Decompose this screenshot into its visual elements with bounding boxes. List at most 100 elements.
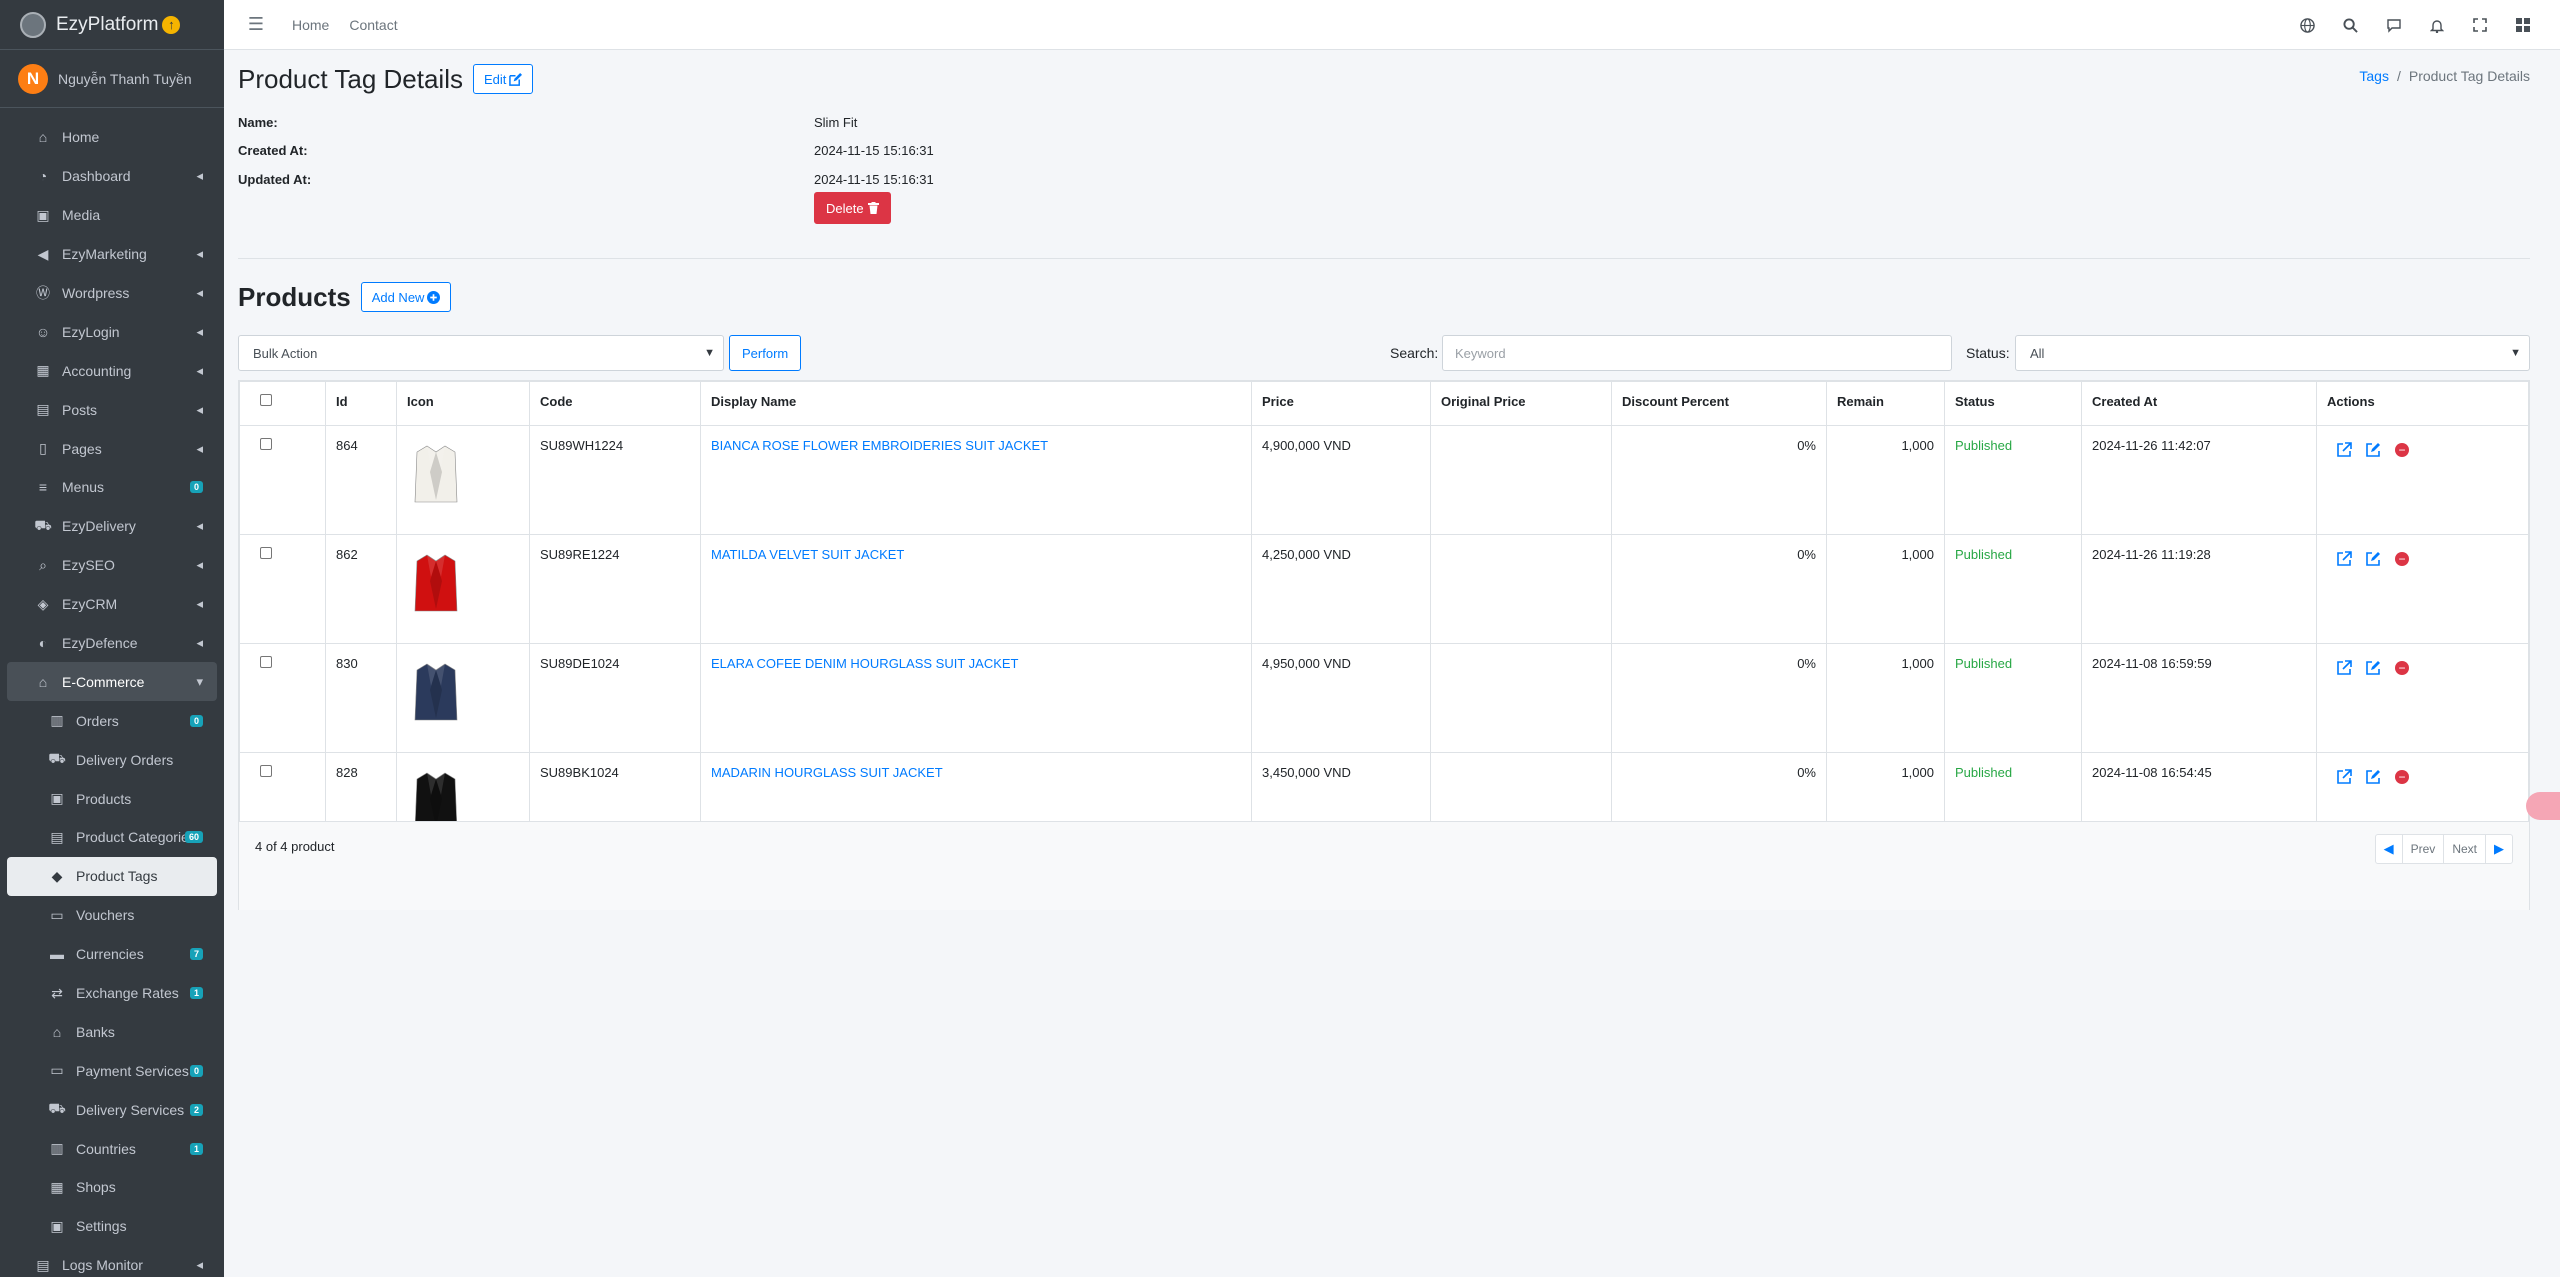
add-new-button[interactable]: Add New bbox=[360, 282, 452, 312]
sidebar-item-vouchers[interactable]: ▭ Vouchers bbox=[7, 896, 217, 935]
col-id[interactable]: Id bbox=[325, 381, 397, 426]
sidebar-item-pages[interactable]: ▯ Pages ◂ bbox=[7, 429, 217, 468]
search-input[interactable] bbox=[1442, 335, 1952, 371]
brand[interactable]: EzyPlatform ↑ bbox=[0, 0, 224, 50]
sidebar-item-countries[interactable]: ▥ Countries 1 bbox=[7, 1129, 217, 1168]
sidebar-item-label: Vouchers bbox=[76, 907, 135, 924]
external-link-icon[interactable] bbox=[2337, 660, 2352, 675]
col-price[interactable]: Price bbox=[1251, 381, 1431, 426]
perform-button[interactable]: Perform bbox=[729, 335, 802, 371]
delete-circle-icon[interactable]: − bbox=[2395, 769, 2409, 784]
chevron-left-icon: ◂ bbox=[196, 362, 203, 378]
sidebar-item-product-categories[interactable]: ▤ Product Categories 60 bbox=[7, 818, 217, 857]
product-thumbnail[interactable] bbox=[407, 438, 465, 510]
nav-link-contact[interactable]: Contact bbox=[349, 17, 397, 33]
delete-circle-icon[interactable]: − bbox=[2395, 551, 2409, 566]
sidebar-item-media[interactable]: ▣ Media bbox=[7, 196, 217, 235]
sidebar-item-posts[interactable]: ▤ Posts ◂ bbox=[7, 390, 217, 429]
sidebar-item-orders[interactable]: ▥ Orders 0 bbox=[7, 701, 217, 740]
prev-page-button[interactable]: Prev bbox=[2403, 835, 2445, 863]
apps-grid-icon[interactable] bbox=[2501, 18, 2544, 32]
delete-button[interactable]: Delete bbox=[814, 192, 891, 224]
fullscreen-icon[interactable] bbox=[2458, 18, 2501, 32]
col-status[interactable]: Status bbox=[1944, 381, 2082, 426]
sidebar-item-delivery-orders[interactable]: ⛟ Delivery Orders bbox=[7, 740, 217, 779]
sidebar-item-ezylogin[interactable]: ☺ EzyLogin ◂ bbox=[7, 312, 217, 351]
status-select[interactable]: All ▼ bbox=[2015, 335, 2530, 371]
sidebar-item-home[interactable]: ⌂ Home bbox=[7, 118, 217, 157]
edit-icon[interactable] bbox=[2366, 769, 2381, 784]
cell-actions: − bbox=[2316, 534, 2529, 644]
upgrade-icon[interactable]: ↑ bbox=[162, 15, 181, 34]
user-name[interactable]: Nguyễn Thanh Tuyền bbox=[58, 71, 192, 87]
sidebar-item-e-commerce[interactable]: ⌂ E-Commerce ▾ bbox=[7, 662, 217, 702]
edit-icon[interactable] bbox=[2366, 442, 2381, 457]
next-page-button[interactable]: Next bbox=[2444, 835, 2486, 863]
sidebar-item-wordpress[interactable]: Ⓦ Wordpress ◂ bbox=[7, 274, 217, 313]
sidebar-item-banks[interactable]: ⌂ Banks bbox=[7, 1012, 217, 1051]
shield-icon: ◐ bbox=[38, 635, 48, 652]
count-badge: 60 bbox=[184, 831, 203, 844]
sidebar-item-ezycrm[interactable]: ◈ EzyCRM ◂ bbox=[7, 585, 217, 624]
sidebar-item-product-tags[interactable]: ◆ Product Tags bbox=[7, 856, 217, 896]
messages-icon[interactable] bbox=[2372, 18, 2415, 33]
product-name-link[interactable]: BIANCA ROSE FLOWER EMBROIDERIES SUIT JAC… bbox=[711, 438, 1048, 453]
col-original-price[interactable]: Original Price bbox=[1430, 381, 1612, 426]
col-created-at[interactable]: Created At bbox=[2081, 381, 2317, 426]
sidebar-item-accounting[interactable]: ▦ Accounting ◂ bbox=[7, 351, 217, 390]
cell-price: 4,900,000 VND bbox=[1251, 425, 1431, 535]
sidebar-item-payment-services[interactable]: ▭ Payment Services 0 bbox=[7, 1051, 217, 1090]
page-title: Product Tag Details bbox=[238, 63, 463, 94]
col-code[interactable]: Code bbox=[529, 381, 701, 426]
row-checkbox[interactable] bbox=[260, 438, 272, 450]
floating-widget-tab[interactable] bbox=[2526, 792, 2560, 820]
sidebar-item-exchange-rates[interactable]: ⇄ Exchange Rates 1 bbox=[7, 974, 217, 1013]
col-display-name[interactable]: Display Name bbox=[700, 381, 1252, 426]
col-discount-percent[interactable]: Discount Percent bbox=[1611, 381, 1827, 426]
breadcrumb-tags-link[interactable]: Tags bbox=[2359, 68, 2389, 84]
product-name-link[interactable]: MATILDA VELVET SUIT JACKET bbox=[711, 547, 904, 562]
external-link-icon[interactable] bbox=[2337, 769, 2352, 784]
sidebar-item-ezymarketing[interactable]: ◀ EzyMarketing ◂ bbox=[7, 235, 217, 274]
delete-circle-icon[interactable]: − bbox=[2395, 442, 2409, 457]
row-checkbox[interactable] bbox=[260, 765, 272, 777]
sidebar-item-logs-monitor[interactable]: ▤ Logs Monitor ◂ bbox=[7, 1246, 217, 1277]
delete-circle-icon[interactable]: − bbox=[2395, 660, 2409, 675]
hamburger-menu-icon[interactable]: ☰ bbox=[236, 14, 276, 35]
detail-label-created: Created At: bbox=[238, 143, 308, 158]
select-all-checkbox[interactable] bbox=[260, 394, 272, 406]
external-link-icon[interactable] bbox=[2337, 442, 2352, 457]
product-thumbnail[interactable] bbox=[407, 656, 465, 728]
sidebar-item-ezyseo[interactable]: ⌕ EzySEO ◂ bbox=[7, 546, 217, 585]
first-page-icon[interactable]: ◀ bbox=[2376, 835, 2403, 863]
sidebar-item-ezydelivery[interactable]: ⛟ EzyDelivery ◂ bbox=[7, 507, 217, 546]
last-page-icon[interactable]: ▶ bbox=[2486, 835, 2512, 863]
sidebar-item-shops[interactable]: ▦ Shops bbox=[7, 1168, 217, 1207]
nav-link-home[interactable]: Home bbox=[292, 17, 329, 33]
product-name-link[interactable]: MADARIN HOURGLASS SUIT JACKET bbox=[711, 765, 943, 780]
user-panel[interactable]: N Nguyễn Thanh Tuyền bbox=[0, 50, 224, 108]
row-checkbox[interactable] bbox=[260, 656, 272, 668]
table-header-row: Id Icon Code Display Name Price Original… bbox=[239, 381, 2529, 426]
edit-button[interactable]: Edit bbox=[472, 64, 534, 94]
sidebar-item-menus[interactable]: ≡ Menus 0 bbox=[7, 468, 217, 507]
sidebar-item-currencies[interactable]: ▬ Currencies 7 bbox=[7, 935, 217, 974]
row-checkbox[interactable] bbox=[260, 547, 272, 559]
globe-icon[interactable] bbox=[2286, 17, 2329, 33]
bulk-action-select[interactable]: Bulk Action ▼ bbox=[238, 335, 724, 371]
product-name-link[interactable]: ELARA COFEE DENIM HOURGLASS SUIT JACKET bbox=[711, 656, 1019, 671]
sidebar-item-ezydefence[interactable]: ◐ EzyDefence ◂ bbox=[7, 624, 217, 663]
bell-icon[interactable] bbox=[2415, 18, 2458, 33]
sidebar-item-products[interactable]: ▣ Products bbox=[7, 779, 217, 818]
external-link-icon[interactable] bbox=[2337, 551, 2352, 566]
cell-id: 864 bbox=[325, 425, 397, 535]
sidebar-item-dashboard[interactable]: ◔ Dashboard ◂ bbox=[7, 157, 217, 196]
edit-icon[interactable] bbox=[2366, 551, 2381, 566]
edit-icon[interactable] bbox=[2366, 660, 2381, 675]
sidebar-item-delivery-services[interactable]: ⛟ Delivery Services 2 bbox=[7, 1090, 217, 1129]
cell-discount: 0% bbox=[1611, 643, 1827, 753]
col-remain[interactable]: Remain bbox=[1826, 381, 1945, 426]
search-icon[interactable] bbox=[2329, 17, 2372, 33]
product-thumbnail[interactable] bbox=[407, 547, 465, 619]
sidebar-item-settings[interactable]: ▣ Settings bbox=[7, 1207, 217, 1246]
